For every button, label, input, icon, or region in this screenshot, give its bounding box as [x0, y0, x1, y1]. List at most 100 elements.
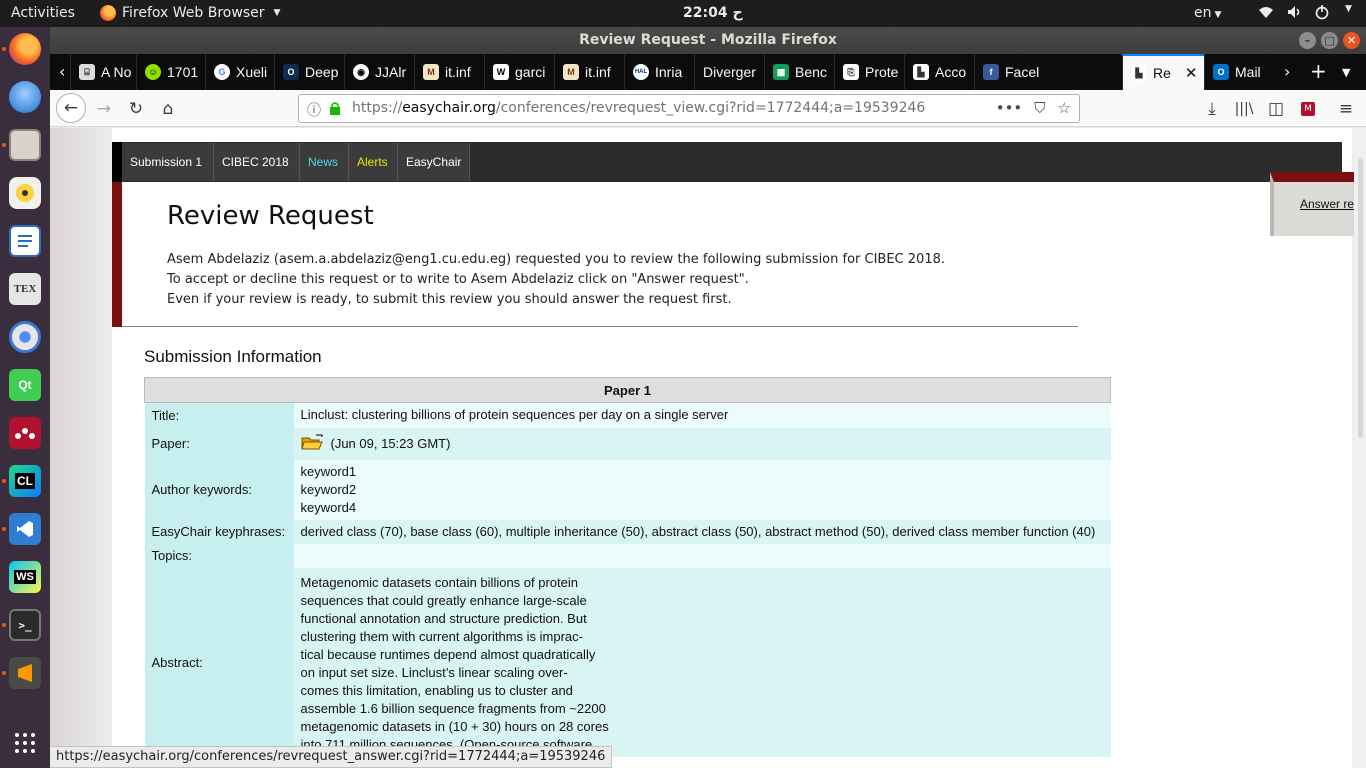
- texmaker-icon[interactable]: TEX: [9, 273, 41, 305]
- tab[interactable]: ⌸ A No: [70, 54, 136, 90]
- menu-news[interactable]: News: [300, 143, 349, 181]
- github-icon: ◉: [353, 64, 369, 80]
- language-indicator[interactable]: en ▼: [1194, 5, 1221, 21]
- keyword: keyword4: [300, 499, 357, 515]
- mendeley-extension-icon[interactable]: M: [1294, 95, 1322, 123]
- window-titlebar[interactable]: Review Request - Mozilla Firefox – □ ✕: [50, 27, 1366, 54]
- tab[interactable]: O Mail: [1204, 54, 1276, 90]
- tab[interactable]: Diverger: [694, 54, 764, 90]
- tab[interactable]: Mit.inf: [554, 54, 624, 90]
- chromium-icon[interactable]: [9, 321, 41, 353]
- tab-label: it.inf: [445, 64, 471, 80]
- tab-label: Facel: [1005, 64, 1040, 80]
- abstract-label: Abstract:: [144, 567, 294, 757]
- vscode-icon[interactable]: [9, 513, 41, 545]
- tab[interactable]: ☺ 1701: [136, 54, 205, 90]
- tab[interactable]: ▙ Acco: [904, 54, 974, 90]
- tab[interactable]: ◉ JJAlr: [344, 54, 414, 90]
- tab[interactable]: ▦ Benc: [764, 54, 834, 90]
- library-icon[interactable]: |||\: [1230, 95, 1258, 123]
- terminal-icon[interactable]: >_: [9, 609, 41, 641]
- url-bar[interactable]: ⓘ https://easychair.org/conferences/revr…: [298, 94, 1080, 123]
- keyphrases-label: EasyChair keyphrases:: [144, 519, 294, 544]
- info-icon[interactable]: ⓘ: [307, 100, 321, 120]
- power-icon: [1315, 5, 1329, 20]
- mo-icon: M: [563, 64, 579, 80]
- tab-label: Re: [1153, 65, 1171, 81]
- home-icon[interactable]: ⌂: [154, 95, 182, 123]
- menu-hamburger-icon[interactable]: ≡: [1332, 95, 1360, 123]
- tab[interactable]: O Deep: [274, 54, 344, 90]
- back-arrow-icon[interactable]: ←: [56, 93, 86, 123]
- table-row: Paper: (Jun 09, 15:23 GMT): [144, 427, 1111, 460]
- pocket-icon[interactable]: ⛉: [1034, 99, 1045, 117]
- menu-cibec-2018[interactable]: CIBEC 2018: [214, 143, 300, 181]
- scroll-tabs-left-icon[interactable]: ‹: [59, 62, 65, 81]
- scroll-tabs-right-icon[interactable]: ›: [1284, 62, 1290, 81]
- abstract-line: assemble 1.6 billion sequence fragments …: [300, 700, 606, 716]
- table-row: Author keywords: keyword1 keyword2 keywo…: [144, 459, 1111, 520]
- minimize-button[interactable]: –: [1299, 32, 1316, 49]
- webstorm-icon[interactable]: WS: [9, 561, 41, 593]
- openreview-icon: O: [283, 64, 299, 80]
- app-menu[interactable]: Firefox Web Browser ▼: [100, 5, 280, 21]
- page-viewport: Submission 1 CIBEC 2018 News Alerts Easy…: [50, 128, 1366, 768]
- title-value: Linclust: clustering billions of protein…: [293, 402, 1111, 428]
- gnome-top-bar: Activities Firefox Web Browser ▼ 22:04 ح…: [0, 0, 1366, 27]
- tab-label: Prote: [865, 64, 899, 80]
- downloads-icon[interactable]: ⤓: [1198, 95, 1226, 123]
- running-indicator: [2, 671, 6, 675]
- caret-down-icon: ▼: [273, 8, 281, 18]
- tab[interactable]: ⎘ Prote: [834, 54, 904, 90]
- firefox-icon[interactable]: [9, 33, 41, 65]
- running-indicator: [2, 143, 6, 147]
- clion-label: CL: [15, 473, 35, 489]
- caret-down-icon: ▼: [1214, 10, 1222, 20]
- tab-active[interactable]: ▙ Re ✕: [1122, 54, 1204, 90]
- system-tray[interactable]: ▼: [1258, 4, 1352, 20]
- tab[interactable]: Wgarci: [484, 54, 554, 90]
- menu-easychair[interactable]: EasyChair: [398, 143, 470, 181]
- lock-icon[interactable]: [329, 101, 341, 115]
- window-title: Review Request - Mozilla Firefox: [579, 32, 837, 48]
- qt-creator-icon[interactable]: Qt: [9, 369, 41, 401]
- mendeley-icon[interactable]: [9, 417, 41, 449]
- sublime-icon[interactable]: [9, 657, 41, 689]
- clock[interactable]: 22:04 ح: [683, 5, 743, 21]
- tab-label: it.inf: [585, 64, 611, 80]
- menu-submission-1[interactable]: Submission 1: [122, 143, 214, 181]
- tab-label: garci: [515, 64, 546, 80]
- clion-icon[interactable]: CL: [9, 465, 41, 497]
- sidebar-icon[interactable]: ◫: [1262, 95, 1290, 123]
- navigation-toolbar: ← → ↻ ⌂ ⓘ https://easychair.org/conferen…: [50, 90, 1366, 127]
- account-icon: ▙: [913, 64, 929, 80]
- tab-strip: ‹ ⌸ A No ☺ 1701 G Xueli O Deep ◉ JJAlr Mit.in…: [50, 54, 1366, 90]
- close-tab-icon[interactable]: ✕: [1185, 64, 1198, 82]
- folder-icon[interactable]: [300, 434, 323, 450]
- writer-icon[interactable]: [9, 225, 41, 257]
- page-scrollbar[interactable]: [1354, 128, 1366, 768]
- show-apps-icon[interactable]: [9, 727, 41, 759]
- rhythmbox-icon[interactable]: [9, 177, 41, 209]
- forward-arrow-icon[interactable]: →: [90, 95, 118, 123]
- reload-icon[interactable]: ↻: [122, 95, 150, 123]
- section-heading: Submission Information: [144, 347, 322, 366]
- bookmark-star-icon[interactable]: ☆: [1058, 99, 1071, 117]
- maximize-button[interactable]: □: [1321, 32, 1338, 49]
- page-actions-icon[interactable]: •••: [996, 99, 1023, 117]
- tab[interactable]: G Xueli: [205, 54, 274, 90]
- tab[interactable]: Mit.inf: [414, 54, 484, 90]
- scroll-thumb[interactable]: [1358, 158, 1363, 438]
- menu-alerts[interactable]: Alerts: [349, 143, 398, 181]
- activities-button[interactable]: Activities: [11, 5, 75, 21]
- firefox-small-icon: [100, 5, 116, 21]
- files-icon[interactable]: [9, 129, 41, 161]
- list-all-tabs-icon[interactable]: ▼: [1342, 66, 1350, 79]
- keyword: keyword2: [300, 481, 357, 497]
- close-button[interactable]: ✕: [1343, 32, 1360, 49]
- new-tab-icon[interactable]: +: [1310, 59, 1327, 83]
- tab[interactable]: HAL Inria: [624, 54, 694, 90]
- thunderbird-icon[interactable]: [9, 81, 41, 113]
- tab[interactable]: f Facel: [974, 54, 1046, 90]
- table-header-row: Paper 1: [144, 377, 1111, 403]
